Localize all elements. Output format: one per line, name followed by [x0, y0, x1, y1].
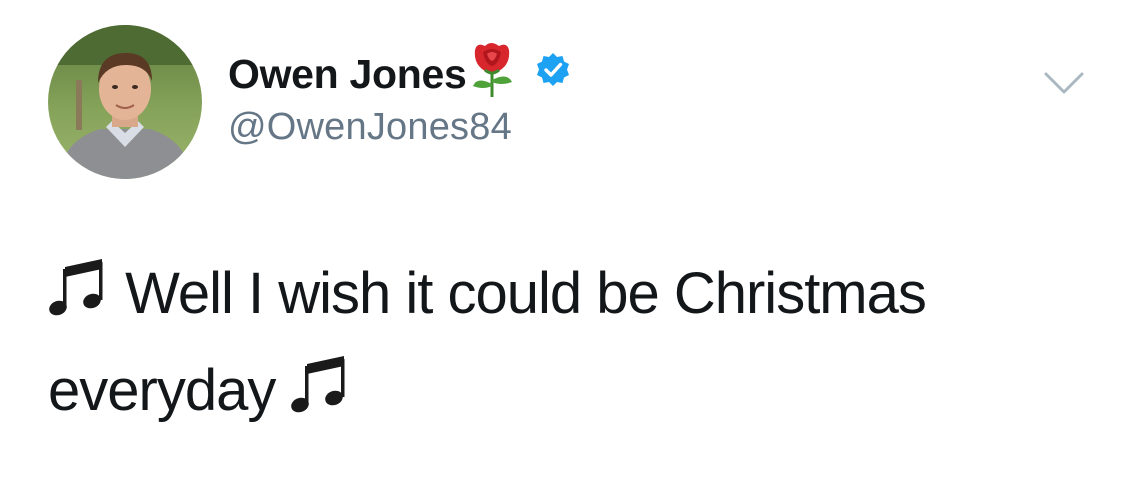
tweet-text: Well I wish it could be Christmas everyd…: [48, 248, 1088, 442]
tweet-text-line2: everyday: [48, 358, 276, 423]
author-handle[interactable]: @OwenJones84: [228, 106, 512, 149]
author-name-row: Owen Jones: [228, 42, 571, 104]
chevron-down-icon[interactable]: [1040, 66, 1088, 100]
avatar[interactable]: [48, 25, 202, 179]
rose-icon: [469, 40, 515, 103]
verified-badge-icon: [535, 52, 571, 93]
musical-notes-icon: [290, 351, 352, 442]
musical-notes-icon: [48, 254, 110, 345]
avatar-photo: [48, 25, 202, 179]
tweet-text-line1: Well I wish it could be Christmas: [125, 261, 927, 326]
display-name[interactable]: Owen Jones: [228, 51, 467, 98]
tweet-card: Owen Jones @OwenJones84 Well I wish it c…: [0, 0, 1125, 487]
